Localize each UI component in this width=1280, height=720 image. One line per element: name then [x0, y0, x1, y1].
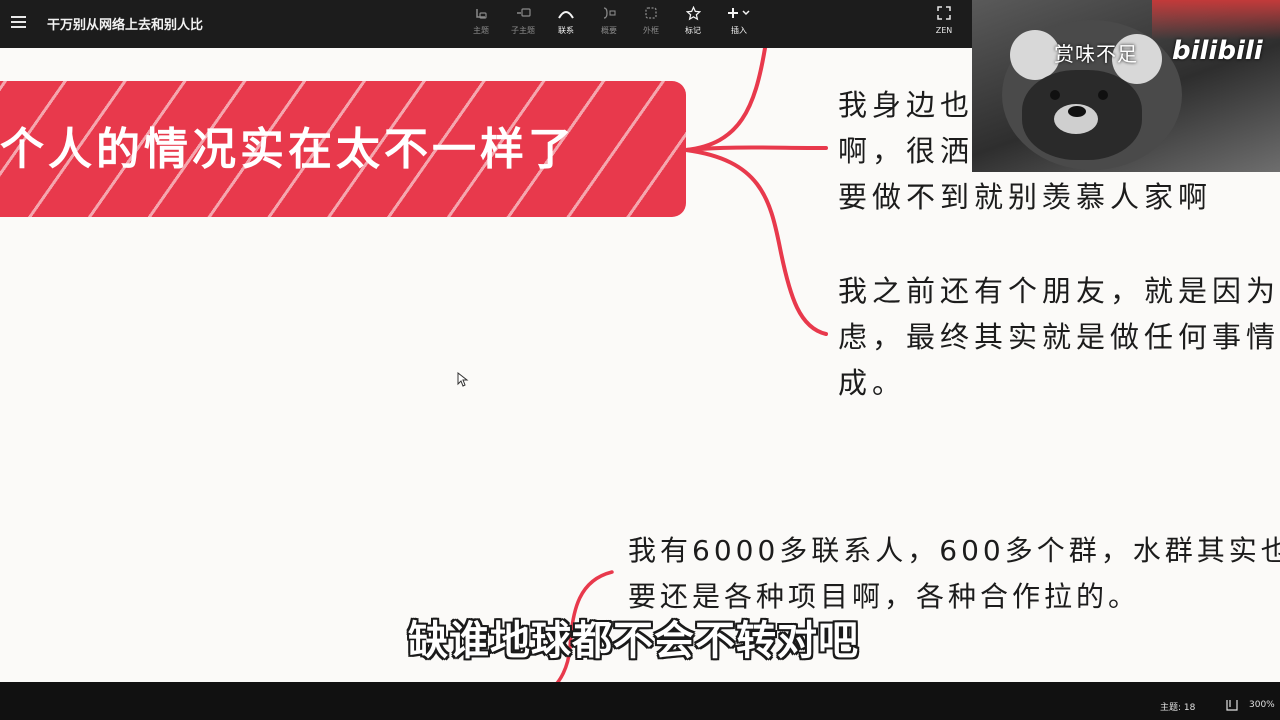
- plus-icon: [717, 6, 761, 26]
- summary-icon: [587, 6, 631, 26]
- toolbar-boundary-button[interactable]: 外框: [629, 6, 673, 44]
- toolbar-label: 外框: [643, 26, 659, 35]
- star-icon: [671, 5, 715, 26]
- document-title: 干万别从网络上去和别人比: [47, 18, 204, 33]
- central-topic-text: 个人的情况实在太不一样了: [0, 124, 576, 175]
- status-bar: 主题: 18 300%: [0, 682, 1280, 720]
- subtopic-icon: [501, 6, 545, 26]
- toolbar-label: 主题: [473, 26, 489, 35]
- relationship-icon: [544, 6, 588, 26]
- topic-icon: [459, 6, 503, 26]
- hamburger-menu-icon[interactable]: [11, 16, 26, 28]
- video-subtitle: 缺谁地球都不会不转对吧: [408, 618, 859, 664]
- toolbar-topic-button[interactable]: 主题: [459, 6, 503, 44]
- toolbar-label: 标记: [685, 26, 701, 35]
- mouse-cursor-icon: [457, 372, 469, 387]
- note-line: 成。: [838, 366, 907, 400]
- toolbar-label: 概要: [601, 26, 617, 35]
- toolbar-summary-button[interactable]: 概要: [587, 6, 631, 44]
- note-line: 我有6000多联系人，600多个群，水群其实也: [628, 534, 1280, 567]
- fullscreen-icon: [928, 6, 960, 26]
- bilibili-logo: bilibili: [1172, 36, 1263, 66]
- toolbar-subtopic-button[interactable]: 子主题: [501, 6, 545, 44]
- toolbar-relationship-button[interactable]: 联系: [544, 6, 588, 44]
- zoom-level[interactable]: 300%: [1249, 700, 1275, 710]
- topic-count: 主题: 18: [1160, 703, 1196, 713]
- avatar-nose: [1068, 106, 1086, 117]
- boundary-icon: [629, 6, 673, 26]
- zen-mode-button[interactable]: ZEN: [928, 6, 960, 44]
- note-3[interactable]: 我有6000多联系人，600多个群，水群其实也 要还是各种项目啊，各种合作拉的。: [628, 528, 1280, 620]
- webcam-overlay: 赏味不足 bilibili: [972, 0, 1280, 172]
- toolbar-label: 插入: [731, 26, 747, 35]
- note-line: 要做不到就别羡慕人家啊: [838, 180, 1213, 214]
- note-line: 我之前还有个朋友，就是因为: [838, 274, 1280, 308]
- outline-view-icon[interactable]: [1226, 699, 1238, 714]
- toolbar-insert-button[interactable]: 插入: [717, 6, 761, 44]
- note-line: 虑，最终其实就是做任何事情: [838, 320, 1280, 354]
- note-2[interactable]: 我之前还有个朋友，就是因为 虑，最终其实就是做任何事情 成。: [838, 268, 1280, 406]
- central-topic[interactable]: 个人的情况实在太不一样了: [0, 81, 686, 217]
- toolbar-label: 联系: [558, 26, 574, 35]
- zen-label: ZEN: [935, 26, 953, 35]
- toolbar-marker-button[interactable]: 标记: [671, 5, 715, 44]
- toolbar-label: 子主题: [511, 26, 535, 35]
- streamer-name: 赏味不足: [1054, 42, 1138, 66]
